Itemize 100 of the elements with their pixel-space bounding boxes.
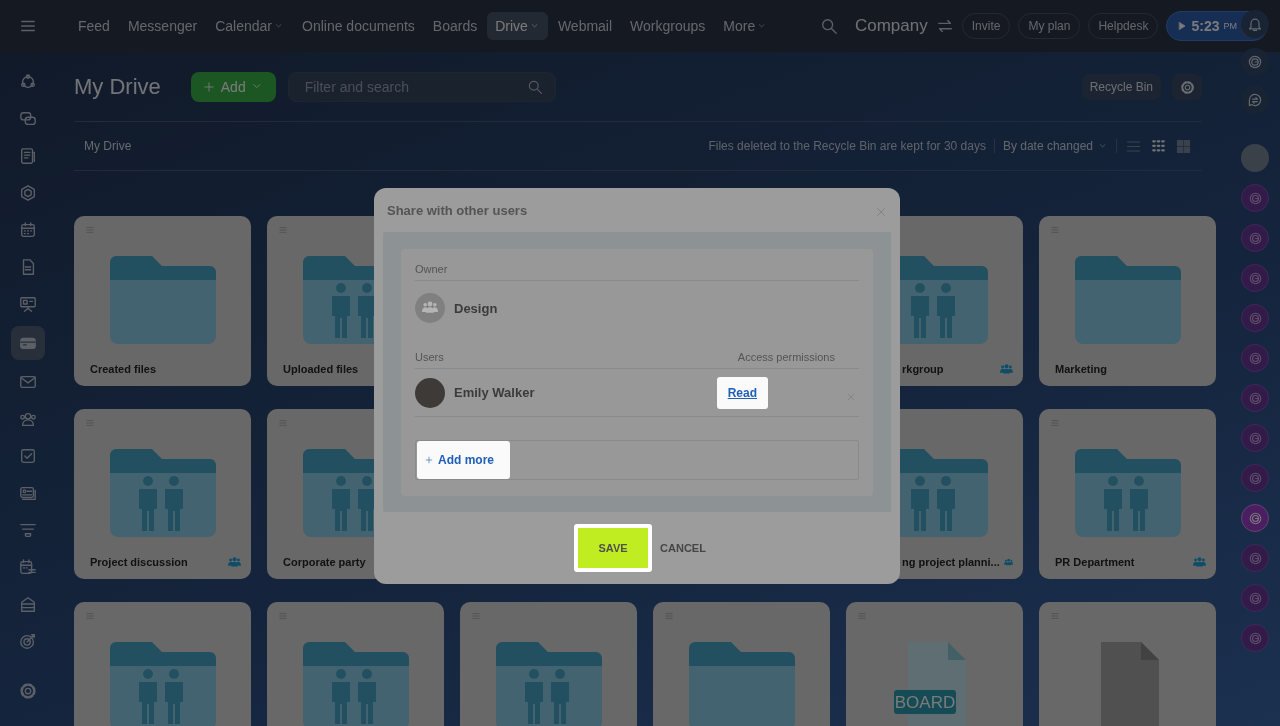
file-card[interactable]: Created files — [74, 216, 251, 386]
file-name: Corporate party — [283, 556, 367, 568]
sidebar-item[interactable] — [11, 326, 45, 360]
file-card[interactable]: Marketing — [1039, 216, 1216, 386]
group-icon — [420, 300, 440, 316]
channel-button[interactable] — [1241, 184, 1269, 212]
file-card[interactable]: Project discussion — [74, 409, 251, 579]
channel-button[interactable] — [1241, 464, 1269, 492]
newspaper-icon — [19, 147, 37, 165]
add-users-field[interactable]: Add more — [415, 440, 859, 480]
shared-folder-icon — [1072, 447, 1183, 539]
nav-tab[interactable]: Messenger — [119, 12, 206, 40]
owner-name: Design — [454, 300, 498, 316]
chat-arrows-icon — [1247, 92, 1263, 108]
gear-icon — [1179, 79, 1195, 95]
contact-card-icon — [19, 484, 37, 502]
save-button[interactable]: SAVE — [574, 524, 653, 572]
folder-icon — [1072, 254, 1183, 346]
close-icon — [876, 207, 886, 217]
tiles-view-icon — [1175, 138, 1191, 154]
spiral-icon — [1247, 54, 1263, 70]
nav-tab[interactable]: More — [715, 12, 776, 40]
tiles-view-button[interactable] — [1174, 137, 1192, 155]
grid-view-icon — [1150, 138, 1166, 154]
company-name: Company — [854, 16, 928, 36]
file-card[interactable] — [267, 602, 444, 726]
dialog-title: Share with other users — [387, 202, 528, 218]
nav-tab[interactable]: Feed — [70, 12, 118, 40]
sort-dropdown[interactable]: By date changed — [994, 139, 1117, 153]
target-icon — [19, 632, 37, 650]
calendar-list-icon — [19, 558, 37, 576]
nav-tab[interactable]: Drive — [487, 12, 548, 40]
file-icon — [1100, 642, 1159, 726]
chat-arrows-button[interactable] — [1241, 86, 1269, 114]
nav-tab[interactable]: Online documents — [294, 12, 423, 40]
building-icon — [19, 595, 37, 613]
spiral-icon — [1247, 430, 1263, 446]
channel-button[interactable] — [1241, 424, 1269, 452]
page-title: My Drive — [74, 74, 161, 100]
file-card[interactable] — [460, 602, 637, 726]
channel-button[interactable] — [1241, 504, 1269, 532]
plus-icon — [202, 81, 215, 93]
users-label: Users — [415, 351, 444, 363]
channel-button[interactable] — [1241, 264, 1269, 292]
presentation-board-icon — [19, 295, 37, 313]
funnel-icon — [19, 521, 37, 539]
channel-button[interactable] — [1241, 584, 1269, 612]
chat-icon — [19, 110, 37, 128]
channel-button[interactable] — [1241, 304, 1269, 332]
spiral-icon — [1247, 230, 1263, 246]
search-icon — [526, 79, 543, 95]
file-card[interactable]: BOARD — [846, 602, 1023, 726]
spiral-icon — [1247, 350, 1263, 366]
channel-button[interactable] — [1241, 224, 1269, 252]
mail-icon — [19, 373, 37, 391]
add-more-button[interactable]: Add more — [417, 441, 510, 479]
channel-button[interactable] — [1241, 544, 1269, 572]
gear-icon — [19, 682, 37, 700]
shared-folder-icon — [493, 640, 604, 726]
board-file-icon — [893, 642, 966, 726]
file-name: rkgroup — [902, 363, 945, 375]
permission-link[interactable]: Read — [716, 376, 768, 409]
file-name: Project discussion — [90, 556, 189, 568]
nav-tab[interactable]: Workgroups — [622, 12, 714, 40]
cancel-button[interactable]: CANCEL — [660, 542, 706, 554]
file-name: Marketing — [1055, 363, 1108, 375]
calendar-icon — [19, 221, 37, 239]
nav-tab[interactable]: Webmail — [549, 12, 621, 40]
checkbox-icon — [19, 447, 37, 465]
channel-button[interactable] — [1241, 624, 1269, 652]
user-name: Emily Walker — [454, 385, 535, 400]
spiral-icon — [1247, 590, 1263, 606]
folder-icon — [686, 640, 797, 726]
spiral-button[interactable] — [1241, 48, 1269, 76]
shared-folder-icon — [107, 447, 218, 539]
channel-button[interactable] — [1241, 344, 1269, 372]
close-button[interactable] — [876, 205, 886, 215]
info-text: Files deleted to the Recycle Bin are kept for 30 days — [708, 139, 995, 153]
file-card[interactable] — [74, 602, 251, 726]
nav-tab[interactable]: Boards — [424, 12, 486, 40]
file-card[interactable]: PR Department — [1039, 409, 1216, 579]
spiral-icon — [1247, 470, 1263, 486]
spiral-icon — [1247, 630, 1263, 646]
swap-icon — [935, 17, 954, 35]
file-card[interactable] — [1039, 602, 1216, 726]
channel-button[interactable] — [1241, 384, 1269, 412]
add-button[interactable]: Add — [190, 72, 276, 102]
folder-icon — [107, 254, 218, 346]
breadcrumb[interactable]: My Drive — [84, 139, 132, 153]
nav-tab[interactable]: Calendar — [207, 12, 292, 40]
file-card[interactable] — [653, 602, 830, 726]
plus-icon — [425, 456, 433, 464]
circle-dots-icon — [19, 73, 37, 91]
bell-icon — [1247, 16, 1263, 32]
file-name: ng project planni... — [902, 556, 1000, 568]
settings-button[interactable] — [1172, 74, 1202, 100]
play-icon — [1177, 21, 1188, 31]
file-name: PR Department — [1055, 556, 1136, 568]
spiral-icon — [1247, 390, 1263, 406]
recycle-bin-button[interactable]: Recycle Bin — [1081, 74, 1161, 100]
